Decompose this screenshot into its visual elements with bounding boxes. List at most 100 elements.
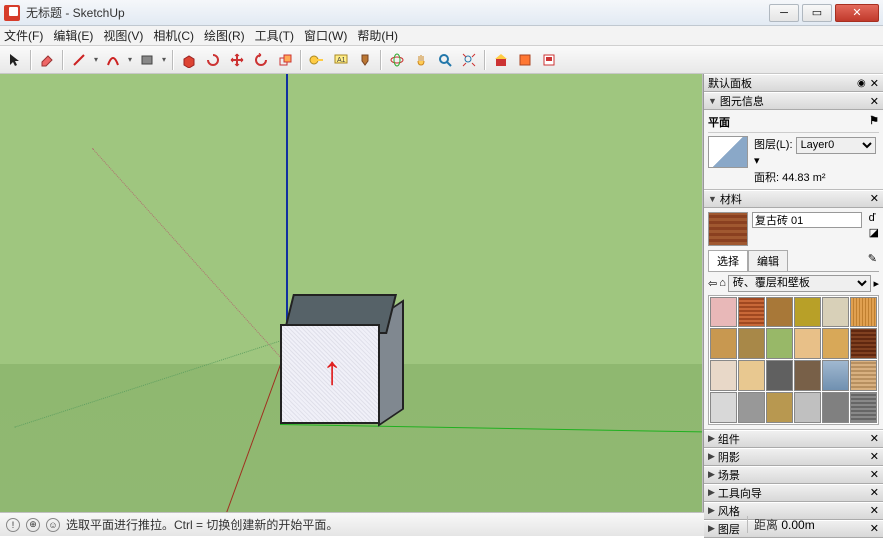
swatch[interactable] (710, 392, 737, 423)
rect-tool-icon[interactable] (136, 49, 158, 71)
swatch[interactable] (850, 297, 877, 328)
panel-instructor-header[interactable]: ▶工具向导✕ (704, 484, 883, 502)
app-icon (4, 5, 20, 21)
eraser-tool-icon[interactable] (36, 49, 58, 71)
entity-flag-icon[interactable]: ⚑ (869, 114, 879, 130)
close-button[interactable]: ✕ (835, 4, 879, 22)
swatch[interactable] (766, 297, 793, 328)
swatch[interactable] (850, 392, 877, 423)
mat-menu-icon[interactable]: ▸ (873, 277, 879, 290)
menu-file[interactable]: 文件(F) (4, 27, 43, 44)
swatch[interactable] (710, 328, 737, 359)
material-swatch-icon[interactable] (708, 212, 748, 246)
swatch[interactable] (822, 392, 849, 423)
menu-view[interactable]: 视图(V) (103, 27, 143, 44)
face-thumbnail-icon[interactable] (708, 136, 748, 168)
tray-close-icon[interactable]: ✕ (870, 77, 879, 90)
panel-shadows-header[interactable]: ▶阴影✕ (704, 448, 883, 466)
line-dropdown-icon[interactable]: ▾ (92, 55, 100, 64)
toolbar: ▾ ▾ ▾ A1 (0, 46, 883, 74)
tray-title[interactable]: 默认面板 ◉ ✕ (704, 74, 883, 92)
material-name-input[interactable] (752, 212, 862, 228)
warehouse-icon[interactable] (490, 49, 512, 71)
arc-dropdown-icon[interactable]: ▾ (126, 55, 134, 64)
pushpull-tool-icon[interactable] (178, 49, 200, 71)
extension-icon[interactable] (514, 49, 536, 71)
menu-draw[interactable]: 绘图(R) (204, 27, 245, 44)
menu-window[interactable]: 窗口(W) (304, 27, 347, 44)
swatch[interactable] (850, 328, 877, 359)
svg-text:A1: A1 (337, 57, 346, 64)
maximize-button[interactable]: ▭ (802, 4, 832, 22)
swatch[interactable] (766, 360, 793, 391)
panel-entity-info-header[interactable]: ▼图元信息✕ (704, 92, 883, 110)
swatch[interactable] (794, 297, 821, 328)
statusbar: ! ⊕ ☺ 选取平面进行推拉。Ctrl = 切换创建新的开始平面。 距离 (0, 512, 883, 536)
swatch[interactable] (822, 328, 849, 359)
swatch[interactable] (710, 360, 737, 391)
viewport-3d[interactable]: ↑ (0, 74, 703, 512)
dimension-input[interactable] (781, 518, 851, 532)
create-material-icon[interactable]: ď (869, 212, 879, 224)
pan-tool-icon[interactable] (410, 49, 432, 71)
menu-edit[interactable]: 编辑(E) (53, 27, 93, 44)
swatch[interactable] (822, 297, 849, 328)
orbit-tool-icon[interactable] (386, 49, 408, 71)
swatch[interactable] (822, 360, 849, 391)
dimension-label: 距离 (754, 516, 778, 533)
swatch[interactable] (794, 328, 821, 359)
model-box[interactable]: ↑ (280, 294, 400, 424)
layer-label: 图层(L): (754, 136, 793, 152)
layer-select[interactable]: Layer0 (796, 137, 876, 154)
window-title: 无标题 - SketchUp (26, 4, 766, 21)
tray-pin-icon[interactable]: ◉ (857, 78, 866, 89)
swatch[interactable] (738, 328, 765, 359)
rotate-tool-icon[interactable] (250, 49, 272, 71)
layout-icon[interactable] (538, 49, 560, 71)
zoom-tool-icon[interactable] (434, 49, 456, 71)
menu-help[interactable]: 帮助(H) (357, 27, 398, 44)
status-geo-icon[interactable]: ⊕ (26, 518, 40, 532)
scale-tool-icon[interactable] (274, 49, 296, 71)
swatch[interactable] (794, 392, 821, 423)
swatch[interactable] (766, 392, 793, 423)
tape-tool-icon[interactable] (306, 49, 328, 71)
arc-tool-icon[interactable] (102, 49, 124, 71)
tab-edit[interactable]: 编辑 (748, 250, 788, 271)
default-material-icon[interactable]: ◪ (869, 226, 879, 239)
swatch[interactable] (710, 297, 737, 328)
swatch[interactable] (794, 360, 821, 391)
rect-dropdown-icon[interactable]: ▾ (160, 55, 168, 64)
minimize-button[interactable]: ─ (769, 4, 799, 22)
area-value: 44.83 m² (782, 172, 825, 184)
mat-back-icon[interactable]: ⇦ (708, 277, 717, 290)
panel-scenes-header[interactable]: ▶场景✕ (704, 466, 883, 484)
area-label: 面积: (754, 169, 779, 185)
layer-dropdown-icon[interactable]: ▾ (754, 155, 760, 167)
eyedropper-icon[interactable]: ✎ (866, 250, 879, 271)
move-tool-icon[interactable] (226, 49, 248, 71)
swatch[interactable] (738, 360, 765, 391)
swatch[interactable] (766, 328, 793, 359)
status-info-icon[interactable]: ! (6, 518, 20, 532)
paint-tool-icon[interactable] (354, 49, 376, 71)
menubar: 文件(F) 编辑(E) 视图(V) 相机(C) 绘图(R) 工具(T) 窗口(W… (0, 26, 883, 46)
line-tool-icon[interactable] (68, 49, 90, 71)
menu-camera[interactable]: 相机(C) (153, 27, 194, 44)
swatch[interactable] (738, 392, 765, 423)
panel-materials-header[interactable]: ▼材料✕ (704, 190, 883, 208)
swatch[interactable] (738, 297, 765, 328)
menu-tools[interactable]: 工具(T) (255, 27, 294, 44)
text-tool-icon[interactable]: A1 (330, 49, 352, 71)
material-category-select[interactable]: 砖、覆层和壁板 (728, 275, 872, 292)
pushpull-arrow-icon: ↑ (322, 349, 342, 394)
offset-tool-icon[interactable] (202, 49, 224, 71)
swatch[interactable] (850, 360, 877, 391)
zoom-extents-icon[interactable] (458, 49, 480, 71)
select-tool-icon[interactable] (4, 49, 26, 71)
status-user-icon[interactable]: ☺ (46, 518, 60, 532)
mat-home-icon[interactable]: ⌂ (719, 277, 726, 289)
tab-select[interactable]: 选择 (708, 250, 748, 271)
entity-type-label: 平面 (708, 114, 730, 130)
panel-components-header[interactable]: ▶组件✕ (704, 430, 883, 448)
